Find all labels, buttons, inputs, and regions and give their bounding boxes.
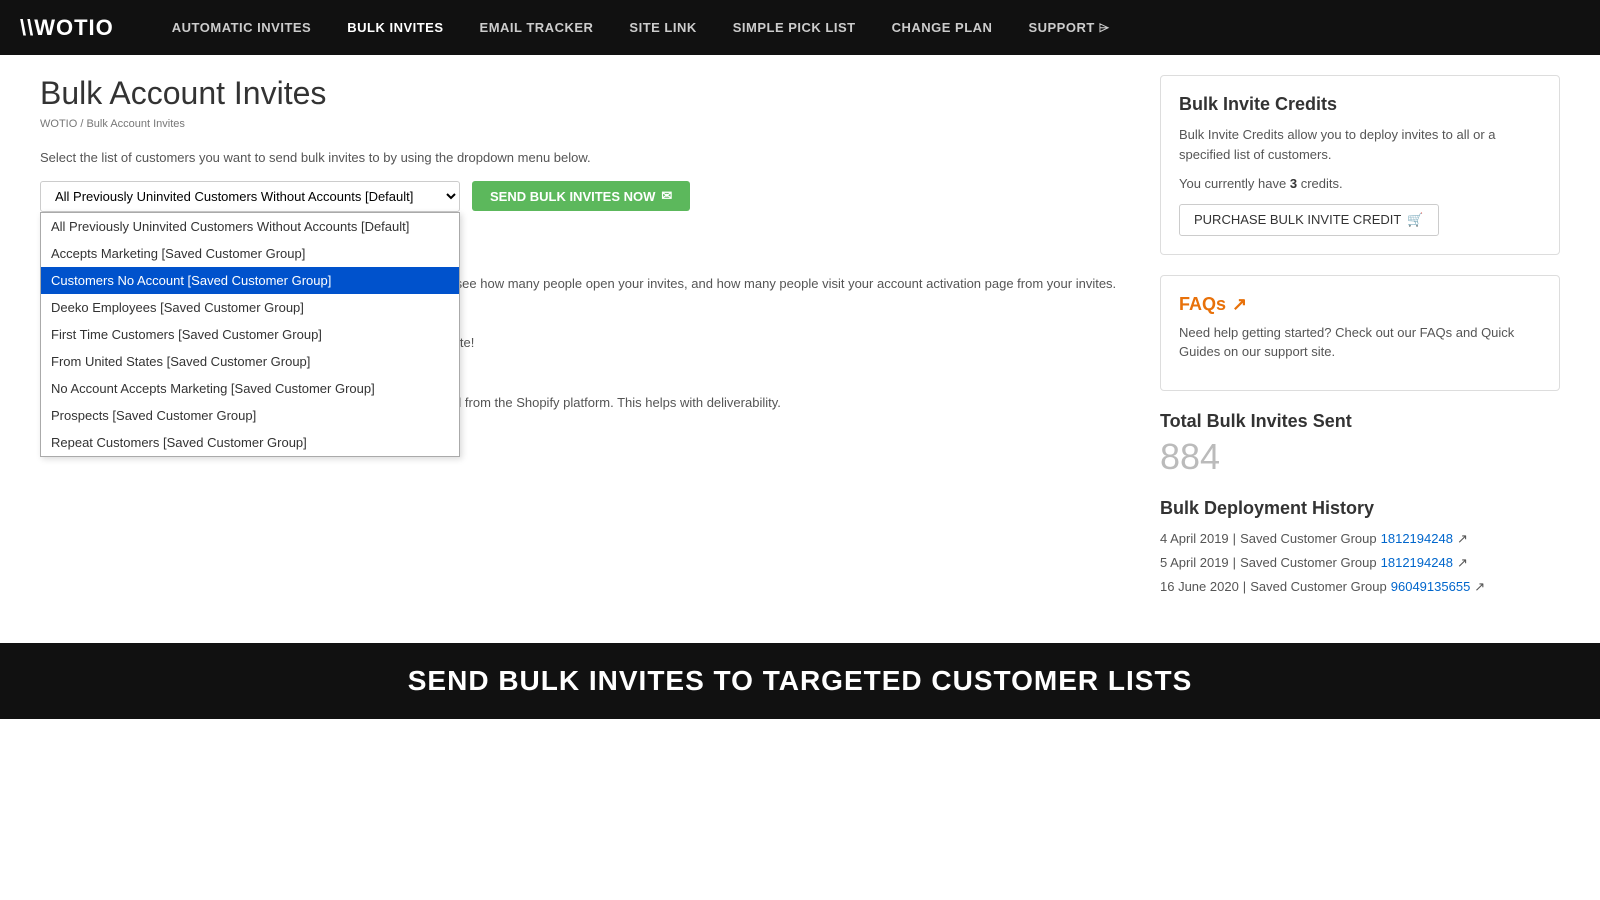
history-date-1: 5 April 2019 bbox=[1160, 555, 1229, 570]
nav-link-automatic[interactable]: AUTOMATIC INVITES bbox=[154, 0, 329, 55]
breadcrumb: WOTIO / Bulk Account Invites bbox=[40, 118, 1130, 130]
page-title: Bulk Account Invites bbox=[40, 75, 1130, 112]
faqs-external-link[interactable]: ↗ bbox=[1232, 294, 1247, 315]
purchase-button-label: PURCHASE BULK INVITE CREDIT bbox=[1194, 212, 1401, 227]
history-label-0: Saved Customer Group bbox=[1240, 531, 1377, 546]
send-bulk-invites-button[interactable]: SEND BULK INVITES NOW ✉ bbox=[472, 181, 690, 211]
nav-link-site-link[interactable]: SITE LINK bbox=[611, 0, 714, 55]
history-title: Bulk Deployment History bbox=[1160, 498, 1560, 519]
history-label-1: Saved Customer Group bbox=[1240, 555, 1377, 570]
history-date-0: 4 April 2019 bbox=[1160, 531, 1229, 546]
nav-item-change-plan[interactable]: CHANGE PLAN bbox=[874, 0, 1011, 55]
dropdown-item-0[interactable]: All Previously Uninvited Customers Witho… bbox=[41, 213, 459, 240]
faqs-title-label: FAQs bbox=[1179, 294, 1226, 315]
dropdown-item-8[interactable]: Repeat Customers [Saved Customer Group] bbox=[41, 429, 459, 456]
dropdown-item-2[interactable]: Customers No Account [Saved Customer Gro… bbox=[41, 267, 459, 294]
nav-link-bulk[interactable]: BULK INVITES bbox=[329, 0, 461, 55]
history-label-2: Saved Customer Group bbox=[1250, 579, 1387, 594]
faqs-external-icon: ↗ bbox=[1232, 294, 1247, 314]
content-wrapper: Bulk Account Invites WOTIO / Bulk Accoun… bbox=[20, 55, 1580, 623]
history-link-icon-1: ↗ bbox=[1457, 555, 1468, 571]
dropdown-item-4[interactable]: First Time Customers [Saved Customer Gro… bbox=[41, 321, 459, 348]
dropdown-item-5[interactable]: From United States [Saved Customer Group… bbox=[41, 348, 459, 375]
nav-item-simple-pick-list[interactable]: SIMPLE PICK LIST bbox=[715, 0, 874, 55]
history-link-icon-2: ↗ bbox=[1474, 579, 1485, 595]
faqs-title: FAQs ↗ bbox=[1179, 294, 1541, 315]
nav-item-automatic[interactable]: AUTOMATIC INVITES bbox=[154, 0, 329, 55]
nav-link-simple-pick-list[interactable]: SIMPLE PICK LIST bbox=[715, 0, 874, 55]
breadcrumb-current: Bulk Account Invites bbox=[86, 118, 184, 130]
sidebar: Bulk Invite Credits Bulk Invite Credits … bbox=[1160, 75, 1560, 603]
nav-item-bulk[interactable]: BULK INVITES bbox=[329, 0, 461, 55]
dropdown-open: All Previously Uninvited Customers Witho… bbox=[40, 212, 460, 457]
credits-desc1: Bulk Invite Credits allow you to deploy … bbox=[1179, 125, 1541, 164]
history-link-0[interactable]: 1812194248 bbox=[1381, 531, 1453, 546]
customer-dropdown-wrapper: All Previously Uninvited Customers Witho… bbox=[40, 181, 460, 212]
breadcrumb-home[interactable]: WOTIO bbox=[40, 118, 77, 130]
dropdown-item-1[interactable]: Accepts Marketing [Saved Customer Group] bbox=[41, 240, 459, 267]
navbar: \\WOTIO AUTOMATIC INVITES BULK INVITES E… bbox=[0, 0, 1600, 55]
nav-item-site-link[interactable]: SITE LINK bbox=[611, 0, 714, 55]
nav-link-support[interactable]: SUPPORT ⌲ bbox=[1010, 0, 1127, 55]
history-item-1: 5 April 2019 | Saved Customer Group 1812… bbox=[1160, 555, 1560, 571]
send-icon: ✉ bbox=[661, 188, 672, 204]
history-item-2: 16 June 2020 | Saved Customer Group 9604… bbox=[1160, 579, 1560, 595]
credits-number: 3 bbox=[1290, 176, 1297, 191]
dropdown-item-6[interactable]: No Account Accepts Marketing [Saved Cust… bbox=[41, 375, 459, 402]
history-date-2: 16 June 2020 bbox=[1160, 579, 1239, 594]
faqs-desc: Need help getting started? Check out our… bbox=[1179, 323, 1541, 362]
credits-count-text: You currently have 3 credits. bbox=[1179, 174, 1541, 194]
totals-card: Total Bulk Invites Sent 884 bbox=[1160, 411, 1560, 478]
send-controls: All Previously Uninvited Customers Witho… bbox=[40, 181, 1130, 212]
history-card: Bulk Deployment History 4 April 2019 | S… bbox=[1160, 498, 1560, 595]
page-description: Select the list of customers you want to… bbox=[40, 150, 1130, 165]
nav-link-change-plan[interactable]: CHANGE PLAN bbox=[874, 0, 1011, 55]
credits-title: Bulk Invite Credits bbox=[1179, 94, 1541, 115]
history-link-icon-0: ↗ bbox=[1457, 531, 1468, 547]
credits-unit: credits. bbox=[1301, 176, 1343, 191]
history-link-1[interactable]: 1812194248 bbox=[1381, 555, 1453, 570]
nav-links: AUTOMATIC INVITES BULK INVITES EMAIL TRA… bbox=[154, 0, 1128, 55]
history-link-2[interactable]: 96049135655 bbox=[1391, 579, 1471, 594]
totals-title: Total Bulk Invites Sent bbox=[1160, 411, 1560, 432]
dropdown-item-7[interactable]: Prospects [Saved Customer Group] bbox=[41, 402, 459, 429]
dropdown-item-3[interactable]: Deeko Employees [Saved Customer Group] bbox=[41, 294, 459, 321]
customer-select[interactable]: All Previously Uninvited Customers Witho… bbox=[40, 181, 460, 212]
purchase-credits-button[interactable]: PURCHASE BULK INVITE CREDIT 🛒 bbox=[1179, 204, 1439, 236]
logo: \\WOTIO bbox=[20, 15, 114, 41]
bottom-banner: SEND BULK INVITES TO TARGETED CUSTOMER L… bbox=[0, 643, 1600, 719]
faqs-card: FAQs ↗ Need help getting started? Check … bbox=[1160, 275, 1560, 391]
cart-icon: 🛒 bbox=[1407, 212, 1423, 228]
send-button-label: SEND BULK INVITES NOW bbox=[490, 189, 655, 204]
history-item-0: 4 April 2019 | Saved Customer Group 1812… bbox=[1160, 531, 1560, 547]
nav-link-email-tracker[interactable]: EMAIL TRACKER bbox=[462, 0, 612, 55]
banner-text: SEND BULK INVITES TO TARGETED CUSTOMER L… bbox=[408, 665, 1193, 696]
nav-item-support[interactable]: SUPPORT ⌲ bbox=[1010, 0, 1127, 55]
credits-desc2-label: You currently have bbox=[1179, 176, 1286, 191]
totals-number: 884 bbox=[1160, 436, 1560, 478]
bulk-credits-card: Bulk Invite Credits Bulk Invite Credits … bbox=[1160, 75, 1560, 255]
nav-item-email-tracker[interactable]: EMAIL TRACKER bbox=[462, 0, 612, 55]
main-content: Bulk Account Invites WOTIO / Bulk Accoun… bbox=[40, 75, 1130, 603]
